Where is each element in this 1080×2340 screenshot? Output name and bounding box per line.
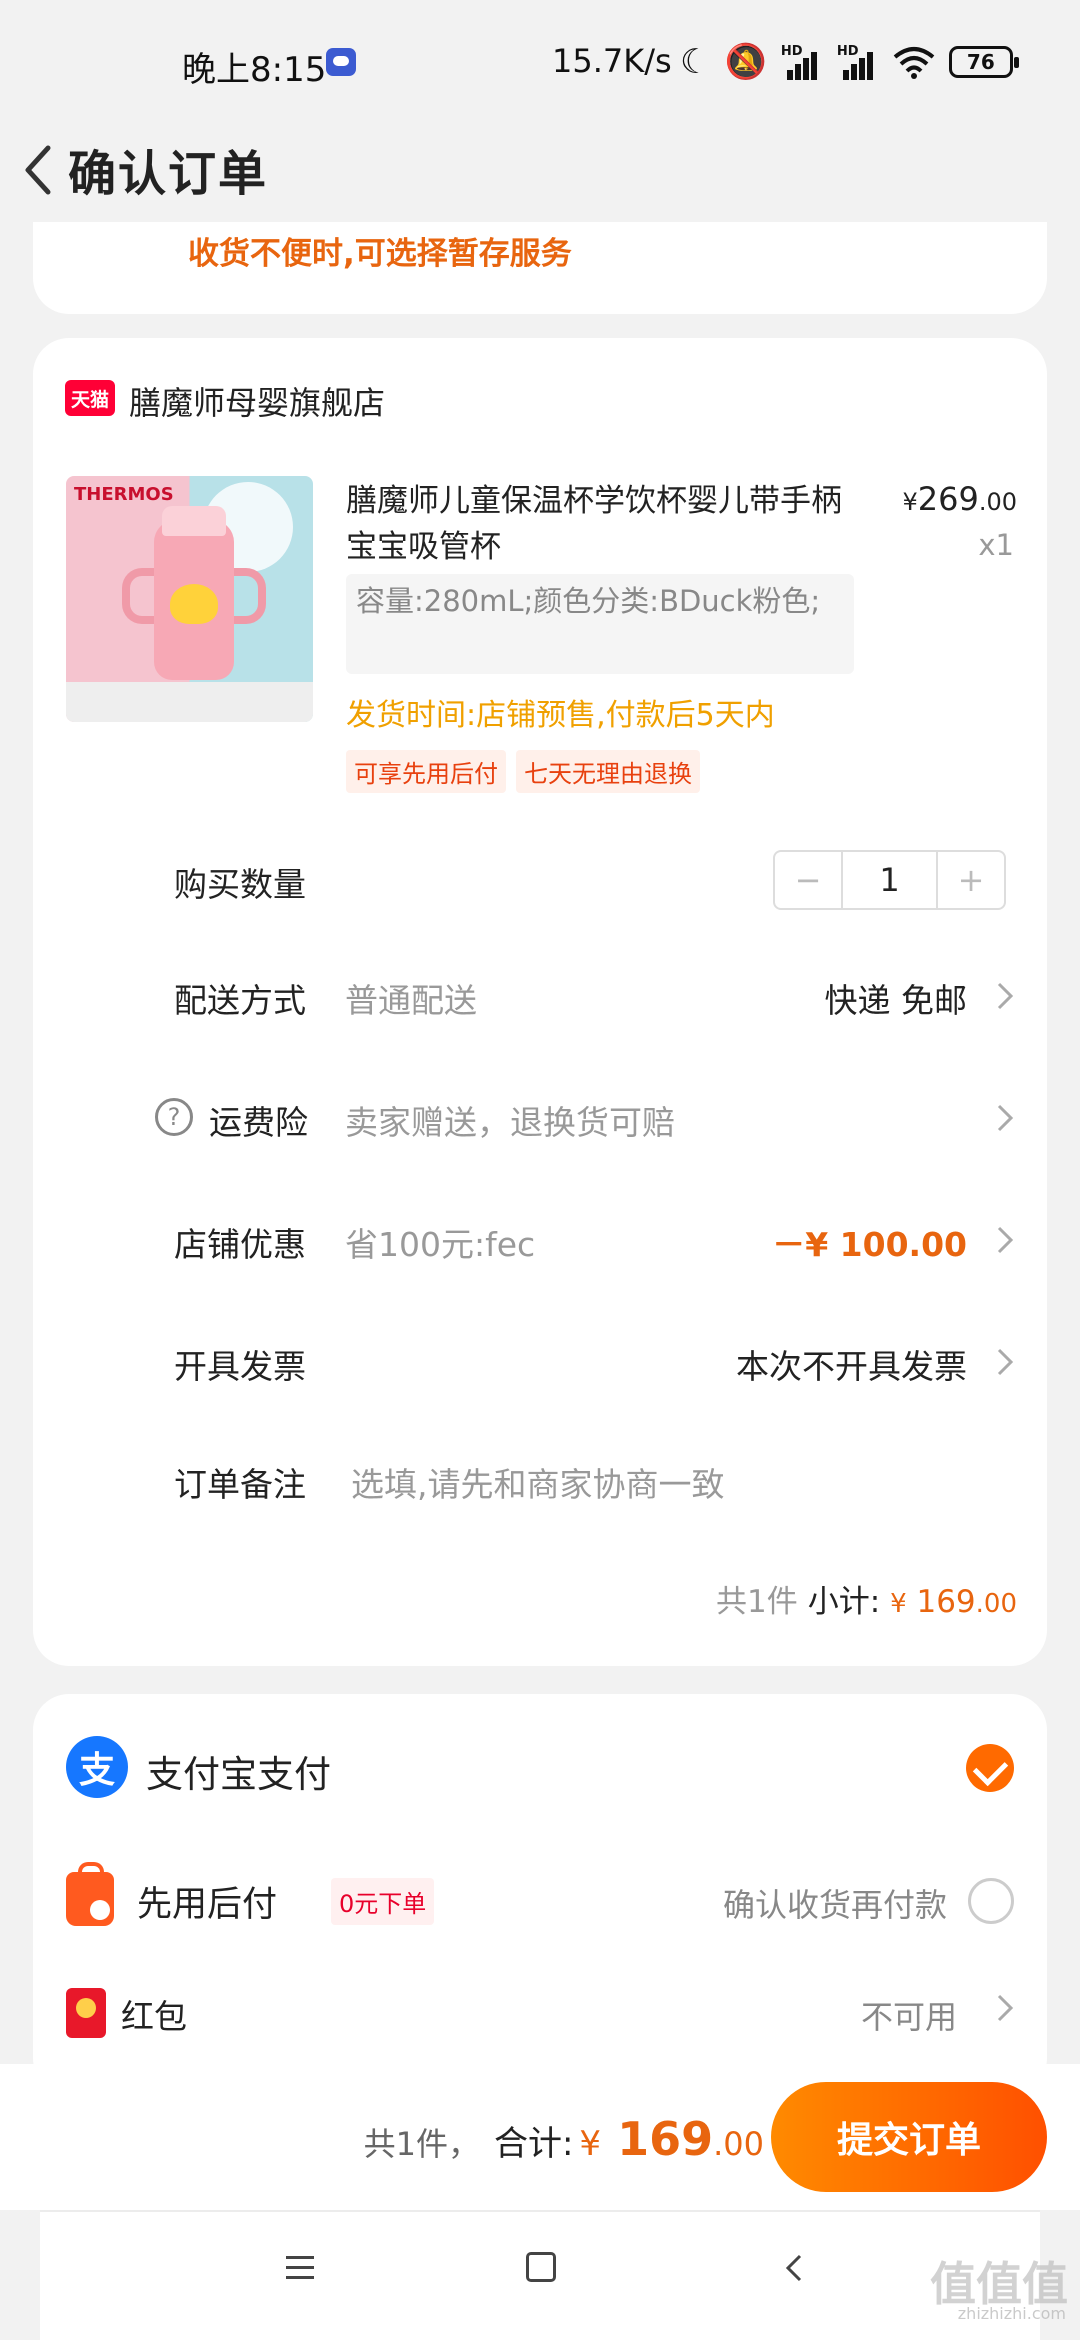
chevron-right-icon (997, 1104, 1014, 1132)
storage-notice-card[interactable]: 收货不便时,可选择暂存服务 (33, 222, 1047, 314)
payment-card: 支 支付宝支付 先用后付 0元下单 确认收货再付款 红包 不可用 (33, 1694, 1047, 2094)
storage-notice-text: 收货不便时,可选择暂存服务 (188, 236, 572, 272)
order-shop-card: 天猫 膳魔师母婴旗舰店 THERMOS 膳魔师儿童保温杯学饮杯婴儿带手柄宝宝吸管… (33, 338, 1047, 1666)
home-icon[interactable] (526, 2252, 556, 2282)
alipay-radio-checked[interactable] (966, 1744, 1014, 1792)
alipay-option[interactable]: 支付宝支付 (146, 1744, 331, 1798)
increase-button[interactable]: + (938, 852, 1004, 908)
red-packet-status: 不可用 (860, 1998, 957, 2036)
back-icon[interactable] (780, 2250, 810, 2286)
checkout-bar: 共1件， 合计: ¥ 169.00 提交订单 (0, 2064, 1080, 2210)
quantity-stepper[interactable]: − 1 + (773, 850, 1006, 910)
coupon-desc: 省100元:fec (345, 1225, 536, 1264)
shopping-bag-icon (66, 1862, 114, 1926)
page-title: 确认订单 (68, 146, 269, 202)
delivery-value: 快递 免邮 (824, 981, 968, 1020)
coupon-label: 店铺优惠 (174, 1225, 306, 1264)
insurance-desc: 卖家赠送，退换货可赔 (345, 1103, 675, 1142)
submit-order-button[interactable]: 提交订单 (771, 2082, 1047, 2192)
status-icons: ☾ 🔕 HD HD 76 (680, 42, 1019, 82)
help-icon[interactable]: ? (155, 1098, 193, 1136)
menu-icon[interactable] (276, 2248, 328, 2288)
remark-row: 订单备注 选填,请先和商家协商一致 (33, 1446, 1047, 1516)
delivery-method: 普通配送 (345, 981, 477, 1020)
battery-icon: 76 (948, 46, 1019, 78)
chevron-right-icon (997, 982, 1014, 1010)
signal-icon: HD (781, 44, 823, 80)
product-title[interactable]: 膳魔师儿童保温杯学饮杯婴儿带手柄宝宝吸管杯 (346, 478, 866, 570)
tag-pay-later: 可享先用后付 (346, 750, 506, 793)
alipay-icon: 支 (66, 1736, 128, 1798)
status-bar: 晚上8:15 15.7K/s ☾ 🔕 HD HD 76 (0, 0, 1080, 120)
back-arrow-icon[interactable] (12, 130, 72, 210)
pay-later-radio[interactable] (968, 1878, 1014, 1924)
tag-seven-day-return: 七天无理由退换 (516, 750, 700, 793)
chevron-right-icon (997, 1226, 1014, 1254)
pay-later-option[interactable]: 先用后付 (137, 1876, 277, 1927)
invoice-value: 本次不开具发票 (736, 1347, 967, 1386)
chevron-right-icon (997, 1348, 1014, 1376)
page-header: 确认订单 (0, 120, 1080, 220)
remark-input[interactable]: 选填,请先和商家协商一致 (351, 1458, 725, 1506)
system-nav-bar (40, 2210, 1040, 2340)
delivery-row[interactable]: 配送方式 普通配送 快递 免邮 (33, 962, 1047, 1032)
watermark-url: zhizhizhi.com (957, 2304, 1066, 2323)
network-speed: 15.7K/s (552, 42, 672, 80)
quantity-value[interactable]: 1 (841, 852, 938, 908)
decrease-button[interactable]: − (775, 852, 841, 908)
coupon-row[interactable]: 店铺优惠 省100元:fec －¥ 100.00 (33, 1206, 1047, 1276)
product-image[interactable]: THERMOS (66, 476, 313, 722)
remark-label: 订单备注 (174, 1465, 306, 1504)
red-packet-icon (66, 1988, 106, 2038)
subtotal: 共1件 小计: ¥ 169.00 (716, 1584, 1017, 1620)
ship-time: 发货时间:店铺预售,付款后5天内 (346, 698, 775, 733)
coupon-amount: －¥ 100.00 (772, 1225, 967, 1264)
red-packet-label[interactable]: 红包 (121, 1990, 187, 2038)
insurance-row[interactable]: ? 运费险 卖家赠送，退换货可赔 (33, 1084, 1047, 1154)
invoice-row[interactable]: 开具发票 本次不开具发票 (33, 1328, 1047, 1398)
chevron-right-icon (997, 1994, 1014, 2022)
product-tags: 可享先用后付 七天无理由退换 (346, 750, 700, 793)
order-total: 共1件， 合计: ¥ 169.00 (363, 2112, 764, 2166)
insurance-label: 运费险 (209, 1103, 308, 1142)
quantity-label: 购买数量 (174, 865, 306, 904)
signal-icon-2: HD (837, 44, 879, 80)
shop-name[interactable]: 膳魔师母婴旗舰店 (129, 378, 385, 424)
message-notification-icon (326, 48, 356, 76)
product-sku: 容量:280mL;颜色分类:BDuck粉色; (346, 574, 854, 674)
tmall-icon: 天猫 (65, 380, 115, 416)
invoice-label: 开具发票 (174, 1347, 306, 1386)
total-amount: ¥ 169.00 (579, 2112, 764, 2166)
moon-icon: ☾ (680, 42, 711, 82)
pay-later-badge: 0元下单 (331, 1878, 435, 1925)
pay-later-desc: 确认收货再付款 (722, 1886, 947, 1924)
product-price: ¥269.00 (902, 480, 1017, 518)
wifi-icon (893, 47, 935, 79)
status-time: 晚上8:15 (182, 50, 327, 90)
mute-bell-icon: 🔕 (724, 42, 767, 82)
delivery-label: 配送方式 (174, 981, 306, 1020)
product-quantity: x1 (978, 528, 1014, 562)
